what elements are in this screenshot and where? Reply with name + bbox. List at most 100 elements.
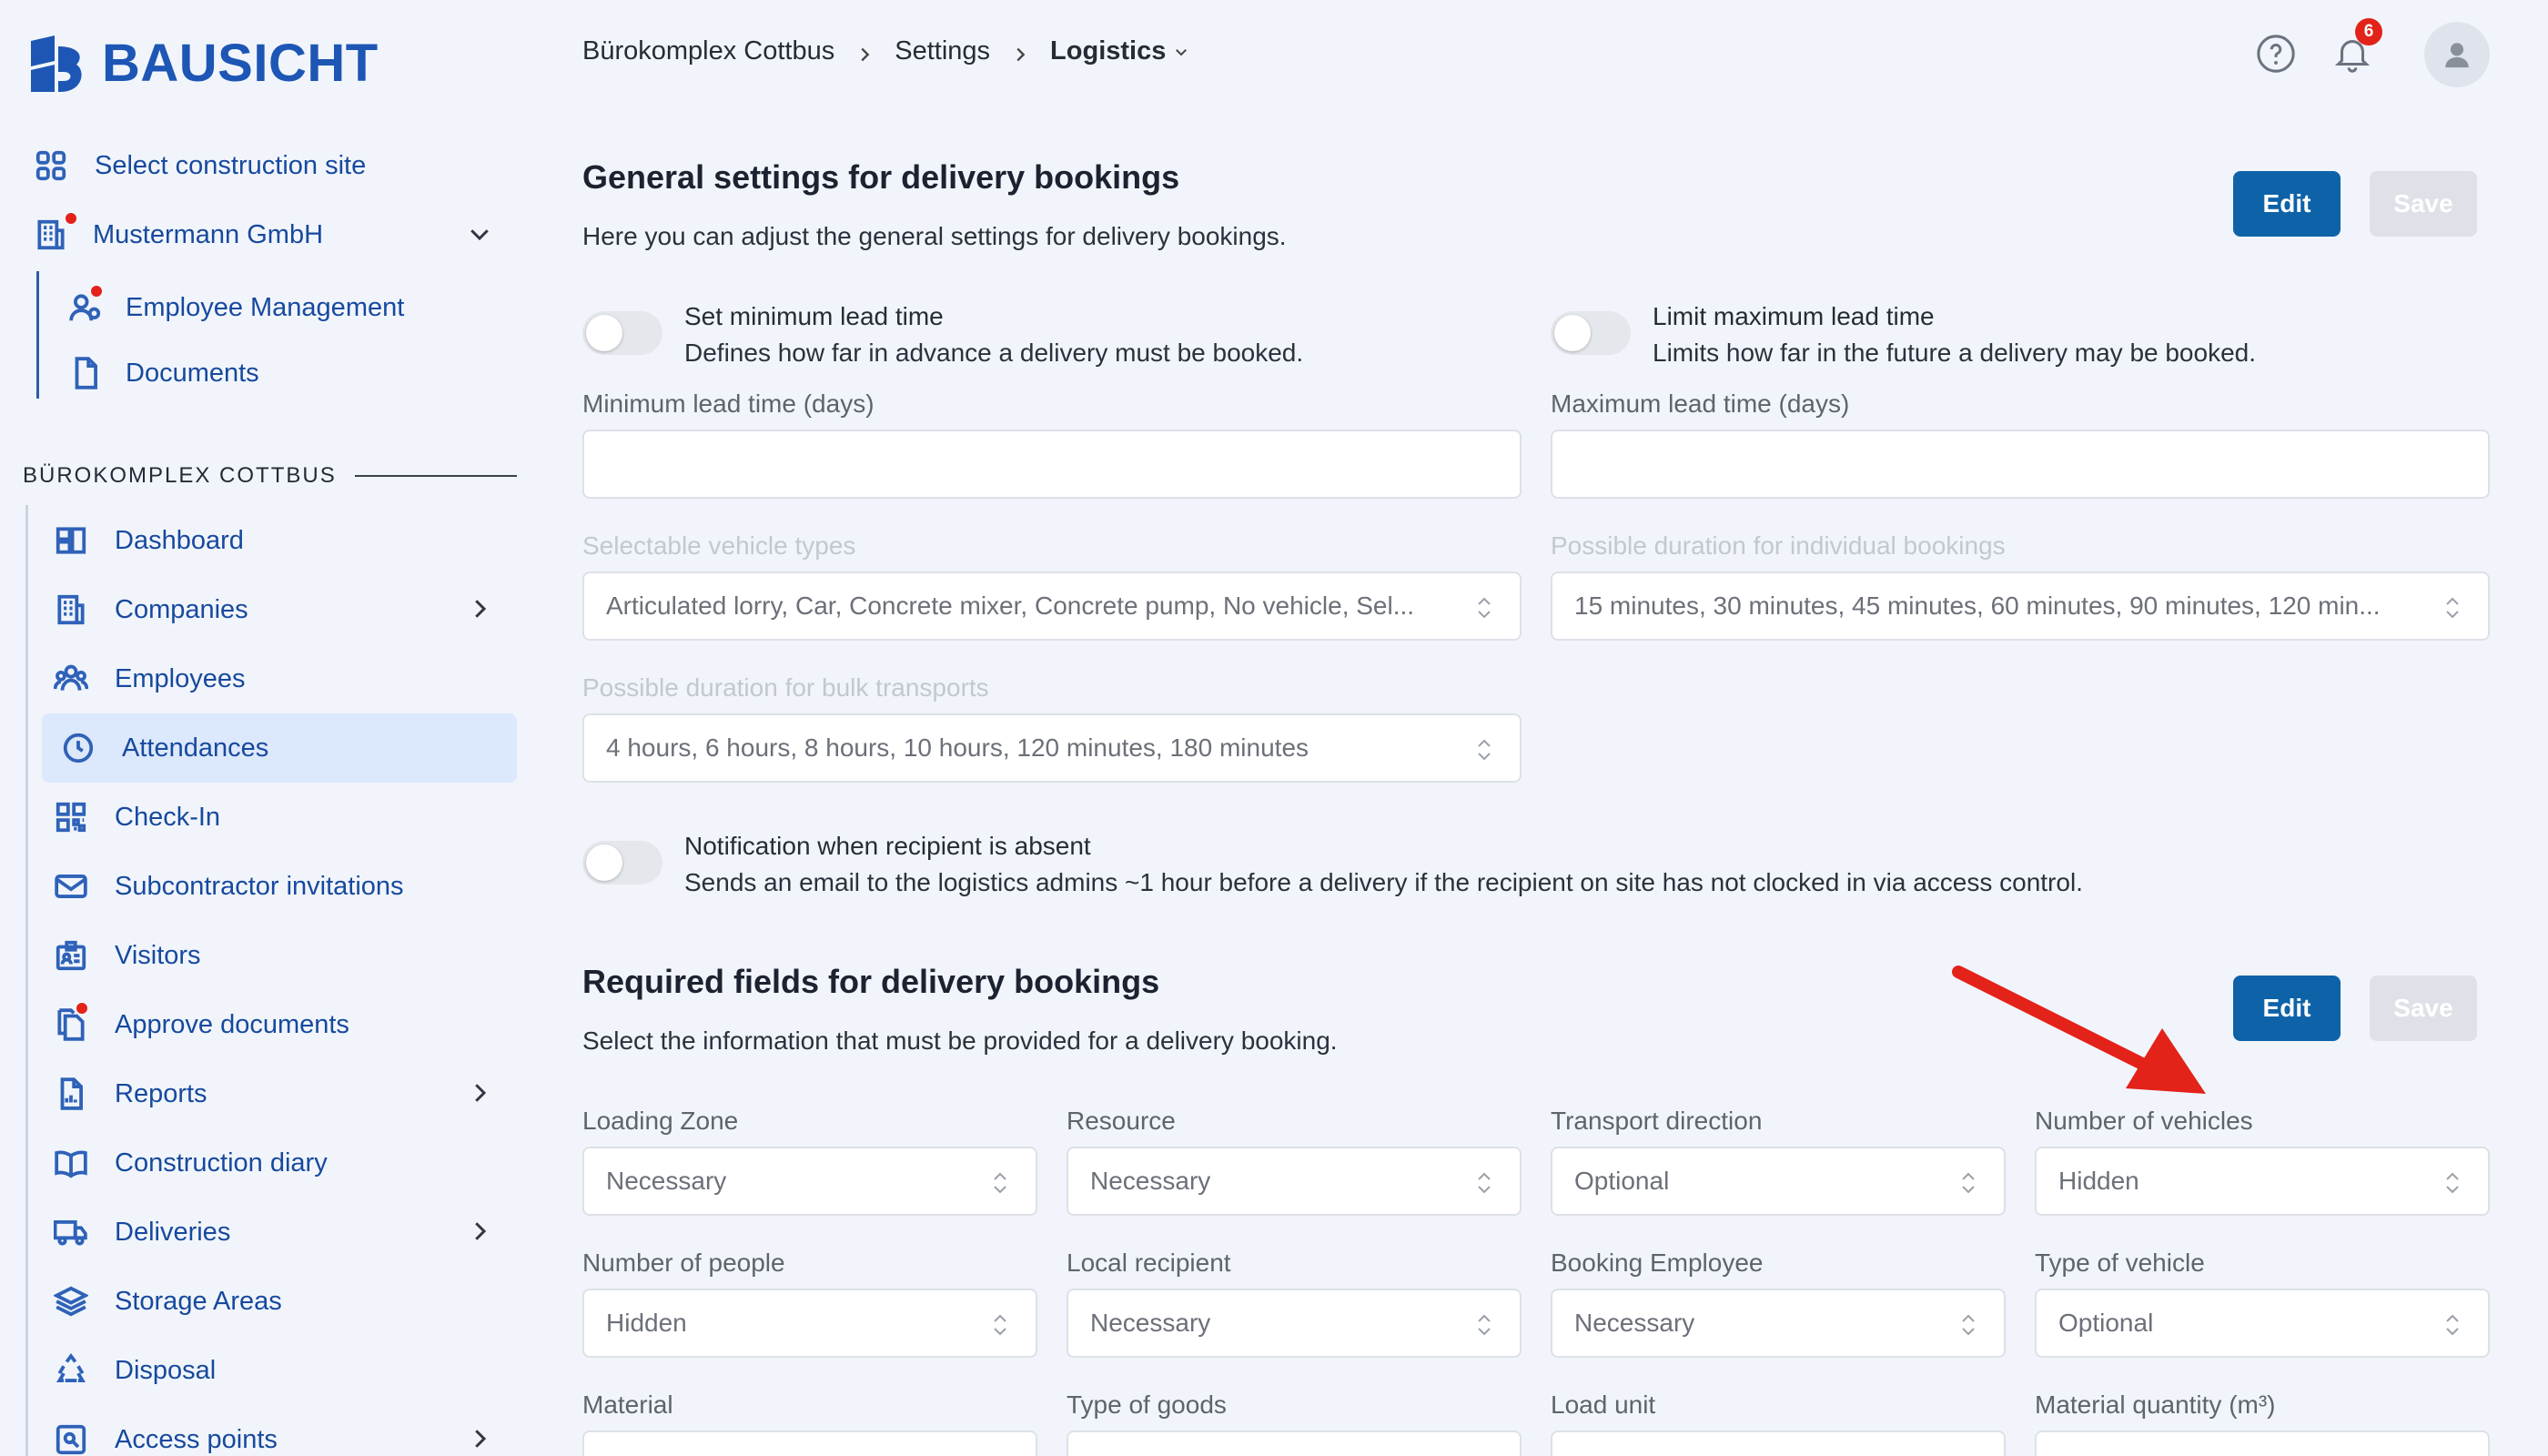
- transport-direction-select[interactable]: Optional: [1551, 1147, 2006, 1216]
- nav-deliveries[interactable]: Deliveries: [53, 1214, 230, 1250]
- select-updown-icon: [1960, 1170, 1977, 1196]
- employee-alert-dot: [89, 284, 104, 298]
- site-section-title: BÜROKOMPLEX COTTBUS: [23, 463, 517, 489]
- field-label: Resource: [1067, 1107, 1176, 1135]
- company-building-icon: [33, 211, 78, 253]
- nav-check-in-label: Check-In: [115, 802, 221, 832]
- nav-access-points[interactable]: Access points: [53, 1421, 278, 1456]
- documents-label: Documents: [126, 358, 259, 388]
- required-fields-description: Select the information that must be prov…: [582, 1026, 1338, 1055]
- nav-disposal-label: Disposal: [115, 1355, 217, 1385]
- annotation-arrow-icon: [1952, 966, 2206, 1094]
- approve-alert-dot: [75, 1001, 89, 1016]
- absent-notification-description: Sends an email to the logistics admins ~…: [684, 868, 2083, 896]
- field-label: Transport direction: [1551, 1107, 1763, 1135]
- nav-subcontractor-invitations[interactable]: Subcontractor invitations: [53, 868, 404, 905]
- chevron-right-icon[interactable]: [466, 1218, 493, 1245]
- breadcrumb-site[interactable]: Bürokomplex Cottbus: [582, 36, 834, 66]
- nav-approve-label: Approve documents: [115, 1009, 349, 1039]
- nav-attendances-label: Attendances: [122, 733, 269, 763]
- breadcrumb-logistics[interactable]: Logistics: [1050, 36, 1189, 66]
- nav-visitors-label: Visitors: [115, 940, 201, 970]
- site-section-label: BÜROKOMPLEX COTTBUS: [23, 463, 337, 488]
- company-selector[interactable]: Mustermann GmbH: [33, 211, 323, 253]
- nav-dashboard-label: Dashboard: [115, 525, 244, 555]
- loading-zone-select[interactable]: Necessary: [582, 1147, 1037, 1216]
- toggle-knob: [1554, 315, 1591, 351]
- recycle-icon: [53, 1352, 89, 1389]
- durations-value: 15 minutes, 30 minutes, 45 minutes, 60 m…: [1574, 592, 2381, 620]
- documents-link[interactable]: Documents: [67, 355, 259, 391]
- general-save-button[interactable]: Save: [2370, 171, 2477, 237]
- bausicht-logo-icon: [31, 35, 82, 92]
- vehicle-types-select[interactable]: Articulated lorry, Car, Concrete mixer, …: [582, 571, 1522, 641]
- building-icon: [53, 592, 89, 628]
- max-lead-time-toggle[interactable]: [1551, 311, 1631, 355]
- min-lead-time-input[interactable]: [582, 430, 1522, 499]
- load-unit-select[interactable]: [1551, 1431, 2006, 1456]
- durations-select[interactable]: 15 minutes, 30 minutes, 45 minutes, 60 m…: [1551, 571, 2490, 641]
- nav-dashboard[interactable]: Dashboard: [53, 522, 244, 559]
- select-updown-icon: [2444, 1312, 2461, 1338]
- nav-reports-label: Reports: [115, 1078, 207, 1108]
- max-lead-time-input[interactable]: [1551, 430, 2490, 499]
- nav-disposal[interactable]: Disposal: [53, 1352, 216, 1389]
- field-label: Local recipient: [1067, 1249, 1231, 1277]
- breadcrumb-settings[interactable]: Settings: [895, 36, 990, 66]
- required-edit-button[interactable]: Edit: [2233, 976, 2341, 1041]
- material-quantity-select[interactable]: [2035, 1431, 2490, 1456]
- min-lead-time-label: Minimum lead time (days): [582, 389, 875, 418]
- nav-check-in[interactable]: Check-In: [53, 799, 220, 835]
- nav-reports[interactable]: Reports: [53, 1076, 207, 1112]
- number-of-people-select[interactable]: Hidden: [582, 1289, 1037, 1358]
- sidebar: BAUSICHT Select construction site Muster…: [0, 0, 537, 1456]
- chevron-down-icon[interactable]: [466, 220, 493, 248]
- help-icon[interactable]: [2255, 33, 2297, 75]
- material-select[interactable]: [582, 1431, 1037, 1456]
- required-save-button[interactable]: Save: [2370, 976, 2477, 1041]
- nav-approve-documents[interactable]: Approve documents: [53, 1001, 349, 1043]
- select-updown-icon: [1476, 737, 1492, 763]
- nav-attendances[interactable]: Attendances: [60, 730, 268, 766]
- select-value: Necessary: [606, 1167, 727, 1195]
- avatar[interactable]: [2424, 22, 2490, 87]
- nav-visitors[interactable]: Visitors: [53, 937, 201, 974]
- type-of-goods-select[interactable]: [1067, 1431, 1522, 1456]
- bulk-durations-select[interactable]: 4 hours, 6 hours, 8 hours, 10 hours, 120…: [582, 713, 1522, 783]
- document-icon: [67, 355, 104, 391]
- breadcrumb-logistics-label: Logistics: [1050, 36, 1167, 66]
- nav-employees[interactable]: Employees: [53, 661, 245, 697]
- nav-companies[interactable]: Companies: [53, 592, 248, 628]
- nav-construction-diary[interactable]: Construction diary: [53, 1145, 328, 1181]
- chevron-right-icon[interactable]: [466, 595, 493, 622]
- field-label: Booking Employee: [1551, 1249, 1764, 1277]
- visitor-badge-icon: [53, 937, 89, 974]
- select-value: Necessary: [1574, 1309, 1695, 1337]
- booking-employee-select[interactable]: Necessary: [1551, 1289, 2006, 1358]
- nav-subcontractor-label: Subcontractor invitations: [115, 871, 404, 901]
- general-edit-button[interactable]: Edit: [2233, 171, 2341, 237]
- chevron-right-icon[interactable]: [466, 1079, 493, 1107]
- users-icon: [53, 661, 89, 697]
- chevron-right-icon[interactable]: [466, 1425, 493, 1452]
- type-of-vehicle-select[interactable]: Optional: [2035, 1289, 2490, 1358]
- brand-logo[interactable]: BAUSICHT: [27, 33, 379, 94]
- select-value: Necessary: [1090, 1309, 1211, 1337]
- number-of-vehicles-select[interactable]: Hidden: [2035, 1147, 2490, 1216]
- max-lead-time-description: Limits how far in the future a delivery …: [1653, 339, 2257, 367]
- employee-management-link[interactable]: Employee Management: [67, 284, 404, 326]
- select-updown-icon: [992, 1312, 1008, 1338]
- access-point-icon: [53, 1421, 89, 1456]
- grid-icon: [33, 147, 69, 184]
- absent-notification-toggle[interactable]: [582, 841, 662, 885]
- max-lead-time-title: Limit maximum lead time: [1653, 302, 1935, 330]
- select-site-label: Select construction site: [95, 150, 367, 180]
- select-updown-icon: [1476, 595, 1492, 621]
- min-lead-time-toggle[interactable]: [582, 311, 662, 355]
- local-recipient-select[interactable]: Necessary: [1067, 1289, 1522, 1358]
- select-site-link[interactable]: Select construction site: [33, 147, 366, 184]
- breadcrumb: Bürokomplex Cottbus Settings Logistics: [582, 36, 1189, 66]
- resource-select[interactable]: Necessary: [1067, 1147, 1522, 1216]
- nav-storage-areas[interactable]: Storage Areas: [53, 1283, 282, 1320]
- field-label: Number of people: [582, 1249, 785, 1277]
